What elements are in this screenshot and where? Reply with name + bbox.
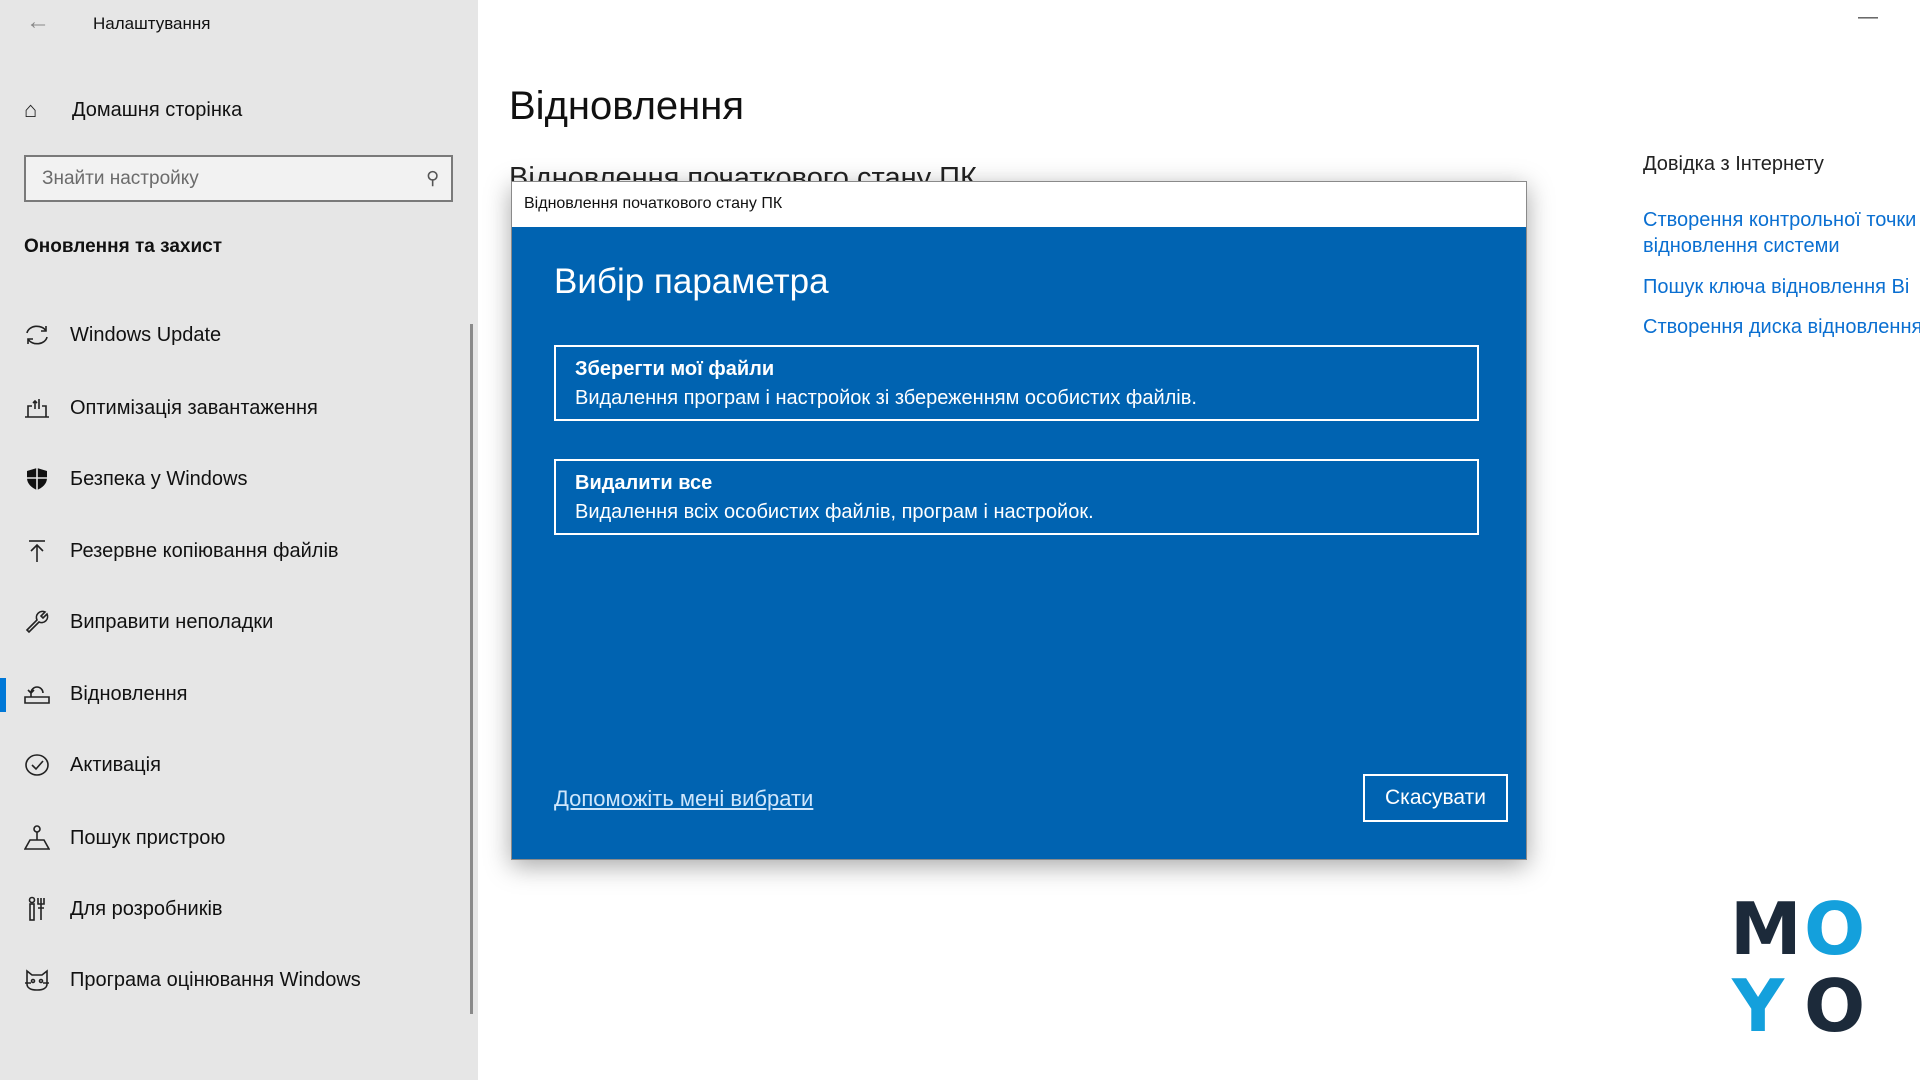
insider-cat-icon <box>22 965 52 995</box>
sidebar-item-label: Windows Update <box>70 323 222 346</box>
sidebar-item-label: Відновлення <box>70 682 188 705</box>
sidebar-item-label: Резервне копіювання файлів <box>70 539 339 562</box>
sidebar-scrollbar[interactable] <box>470 324 473 1014</box>
help-link-restore-point-cont[interactable]: відновлення системи <box>1643 233 1840 259</box>
help-heading: Довідка з Інтернету <box>1643 153 1824 175</box>
logo-letter: O <box>1804 964 1866 1048</box>
section-title: Оновлення та захист <box>24 236 223 257</box>
sidebar-item-label: Оптимізація завантаження <box>70 396 318 419</box>
reset-pc-dialog: Відновлення початкового стану ПК Вибір п… <box>511 181 1527 860</box>
dialog-title-bar: Відновлення початкового стану ПК <box>512 182 1526 227</box>
dialog-heading: Вибір параметра <box>554 262 829 301</box>
option-title: Видалити все <box>575 472 713 494</box>
sidebar-item-label: Виправити неполадки <box>70 610 274 633</box>
search-placeholder: Знайти настройку <box>42 167 199 189</box>
keep-files-option[interactable]: Зберегти мої файли Видалення програм і н… <box>554 345 1479 421</box>
sidebar-item-troubleshoot[interactable]: Виправити неполадки <box>0 602 470 642</box>
sync-icon <box>22 320 52 350</box>
option-description: Видалення програм і настройок зі збереже… <box>575 387 1197 409</box>
logo-letter: Y <box>1732 964 1785 1048</box>
sidebar-item-windows-update[interactable]: Windows Update <box>0 315 470 355</box>
sidebar: ← Налаштування ⌂ Домашня сторінка Знайти… <box>0 0 478 1080</box>
sidebar-item-find-device[interactable]: Пошук пристрою <box>0 818 470 858</box>
cancel-button[interactable]: Скасувати <box>1363 774 1508 822</box>
sidebar-item-label: Активація <box>70 753 161 776</box>
search-icon[interactable]: ⚲ <box>426 168 439 189</box>
backup-arrow-up-icon <box>22 536 52 566</box>
sidebar-item-home[interactable]: ⌂ Домашня сторінка <box>24 94 242 126</box>
sidebar-item-label: Домашня сторінка <box>72 98 243 121</box>
recovery-icon <box>22 679 52 709</box>
dialog-title: Відновлення початкового стану ПК <box>524 195 783 212</box>
help-link-restore-point[interactable]: Створення контрольної точки <box>1643 207 1916 233</box>
sidebar-item-recovery[interactable]: Відновлення <box>0 674 470 714</box>
sidebar-item-activation[interactable]: Активація <box>0 745 470 785</box>
sidebar-item-label: Пошук пристрою <box>70 826 226 849</box>
logo-letter: M <box>1730 887 1802 971</box>
search-input[interactable]: Знайти настройку ⚲ <box>24 155 453 202</box>
page-title: Відновлення <box>509 84 744 128</box>
arrow-left-icon[interactable]: ← <box>26 8 50 36</box>
sidebar-item-developers[interactable]: Для розробників <box>0 889 470 929</box>
wrench-icon <box>22 607 52 637</box>
sidebar-item-insider[interactable]: Програма оцінювання Windows <box>0 960 470 1000</box>
app-title: Налаштування <box>93 14 211 33</box>
help-link-recovery-key[interactable]: Пошук ключа відновлення Bi <box>1643 274 1909 300</box>
help-me-choose-link[interactable]: Допоможіть мені вибрати <box>554 786 813 812</box>
remove-everything-option[interactable]: Видалити все Видалення всіх особистих фа… <box>554 459 1479 535</box>
sidebar-item-windows-security[interactable]: Безпека у Windows <box>0 459 470 499</box>
developer-tools-icon <box>22 894 52 924</box>
check-circle-icon <box>22 750 52 780</box>
minimize-button[interactable]: — <box>1858 6 1878 29</box>
home-icon: ⌂ <box>24 97 38 122</box>
find-device-icon <box>22 823 52 853</box>
sidebar-item-label: Програма оцінювання Windows <box>70 968 361 991</box>
option-title: Зберегти мої файли <box>575 358 775 380</box>
option-description: Видалення всіх особистих файлів, програм… <box>575 501 1094 523</box>
sidebar-item-delivery-optimization[interactable]: Оптимізація завантаження <box>0 388 470 428</box>
logo-letter: O <box>1804 887 1866 971</box>
sidebar-item-label: Для розробників <box>70 897 223 920</box>
sidebar-item-backup[interactable]: Резервне копіювання файлів <box>0 531 470 571</box>
delivery-optimization-icon <box>22 393 52 423</box>
help-link-recovery-drive[interactable]: Створення диска відновлення <box>1643 314 1920 340</box>
sidebar-item-label: Безпека у Windows <box>70 467 248 490</box>
shield-icon <box>22 464 52 494</box>
